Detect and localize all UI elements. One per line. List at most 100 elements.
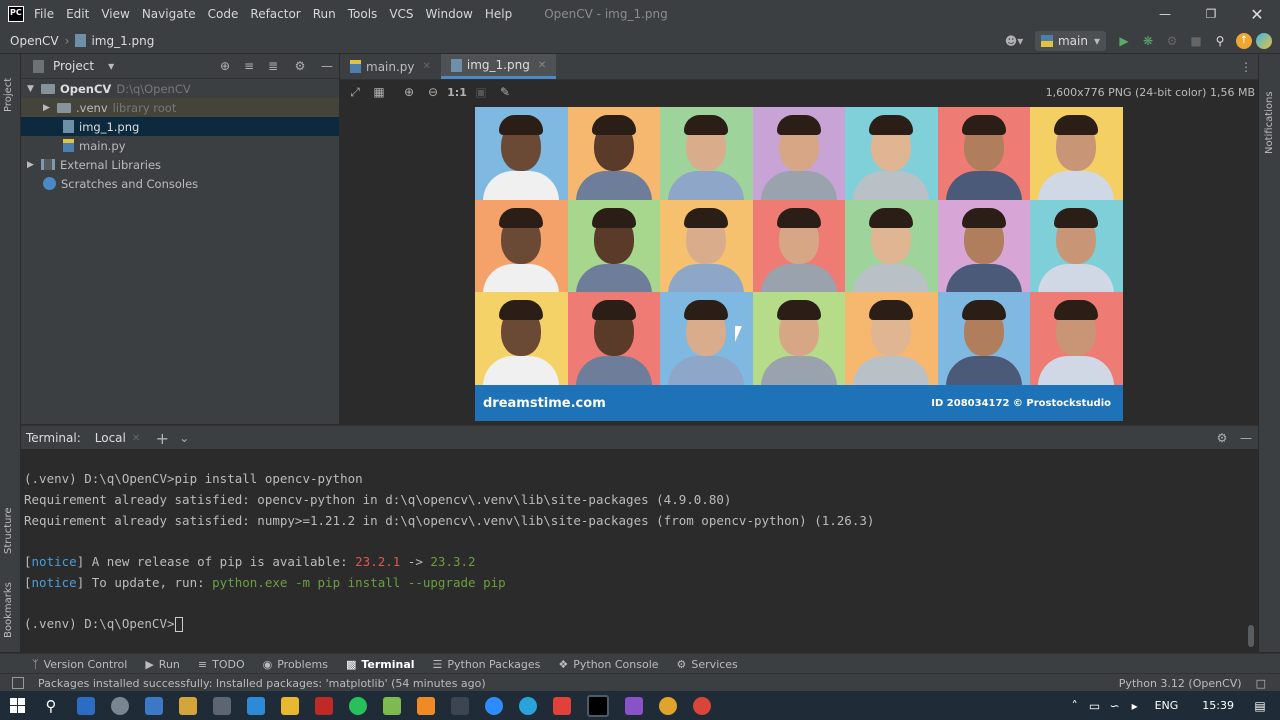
notepad-icon[interactable] (383, 696, 401, 715)
menu-code[interactable]: Code (208, 7, 239, 21)
zoom-out-icon[interactable]: ⊖ (421, 85, 445, 99)
terminal-prompt[interactable]: (.venv) D:\q\OpenCV> (24, 616, 183, 632)
vscode-icon[interactable] (247, 696, 265, 715)
language-indicator[interactable]: ENG (1155, 699, 1179, 712)
whatsapp-icon[interactable] (349, 696, 367, 715)
structure-tool-tab[interactable]: Structure (3, 494, 14, 554)
close-icon[interactable]: ✕ (1234, 5, 1280, 24)
menu-navigate[interactable]: Navigate (142, 7, 196, 21)
chrome-icon[interactable] (693, 696, 711, 715)
app-icon[interactable] (553, 696, 571, 715)
tool-version-control[interactable]: ᛉ Version Control (32, 658, 127, 671)
filezilla-icon[interactable] (315, 696, 333, 715)
stop-icon[interactable]: ■ (1184, 34, 1208, 48)
tab-main-py[interactable]: main.py ✕ (340, 54, 441, 79)
menu-vcs[interactable]: VCS (389, 7, 413, 21)
visual-studio-icon[interactable] (625, 696, 643, 715)
app-icon[interactable] (213, 696, 231, 715)
notification-center-icon[interactable]: ▤ (1248, 699, 1272, 713)
app-icon[interactable] (451, 696, 469, 715)
search-icon[interactable]: ⚲ (1208, 34, 1232, 48)
search-icon[interactable]: ⚲ (33, 697, 69, 715)
app-icon[interactable] (179, 696, 197, 715)
fit-window-icon[interactable]: ⤢ (343, 85, 367, 100)
close-icon[interactable]: ✕ (538, 60, 546, 71)
gear-icon[interactable]: ⚙ (285, 59, 315, 73)
close-icon[interactable]: ✕ (132, 433, 140, 444)
terminal-scrollbar[interactable] (1248, 625, 1254, 647)
chevron-up-icon[interactable]: ˄ (1065, 699, 1085, 713)
chevron-down-icon[interactable]: ▼ (27, 84, 41, 94)
project-panel-title[interactable]: Project (53, 59, 94, 73)
background-icon[interactable]: ▣ (469, 85, 493, 99)
file-explorer-icon[interactable] (281, 696, 299, 715)
tool-todo[interactable]: ≡ TODO (198, 658, 245, 671)
menu-edit[interactable]: Edit (66, 7, 89, 21)
bookmarks-tool-tab[interactable]: Bookmarks (3, 574, 14, 638)
usb-icon[interactable]: ▭ (1085, 699, 1105, 713)
tool-services[interactable]: ⚙ Services (677, 658, 738, 671)
hide-icon[interactable]: — (315, 59, 339, 73)
chevron-right-icon[interactable]: ▶ (43, 103, 57, 113)
more-icon[interactable]: ⋮ (1234, 60, 1258, 74)
expand-all-icon[interactable]: ≡ (237, 59, 261, 73)
clock[interactable]: 15:39 (1202, 699, 1234, 712)
locate-icon[interactable]: ⊕ (213, 59, 237, 73)
close-icon[interactable]: ✕ (423, 61, 431, 72)
app-icon[interactable] (145, 696, 163, 715)
restore-icon[interactable]: ❐ (1188, 7, 1234, 21)
sublime-icon[interactable] (417, 696, 435, 715)
tab-img-1-png[interactable]: img_1.png ✕ (440, 54, 557, 79)
windows-start-icon[interactable] (10, 698, 25, 713)
collapse-all-icon[interactable]: ≣ (261, 59, 285, 73)
coverage-icon[interactable]: ⚙ (1160, 34, 1184, 48)
user-icon[interactable]: ☻▾ (1001, 34, 1027, 48)
jetbrains-ai-icon[interactable] (1256, 32, 1272, 49)
update-icon[interactable]: ↑ (1236, 32, 1252, 49)
hide-icon[interactable]: — (1234, 431, 1258, 445)
debug-icon[interactable]: ❋ (1136, 34, 1160, 48)
color-picker-icon[interactable]: ✎ (493, 85, 517, 99)
menu-tools[interactable]: Tools (348, 7, 378, 21)
tool-problems[interactable]: ◉ Problems (263, 658, 328, 671)
breadcrumb-project[interactable]: OpenCV (10, 34, 59, 48)
pycharm-taskbar-icon[interactable] (587, 694, 609, 717)
tree-item-opencv[interactable]: ▼ OpenCV D:\q\OpenCV (21, 79, 339, 98)
chevron-down-icon[interactable]: ⌄ (174, 431, 194, 445)
pycharm-logo-icon[interactable]: PC (8, 6, 24, 22)
run-config-select[interactable]: main ▾ (1034, 30, 1106, 51)
terminal-output[interactable]: (.venv) D:\q\OpenCV>pip install opencv-p… (21, 449, 1258, 652)
clock-app-icon[interactable] (111, 696, 129, 715)
wifi-icon[interactable]: ∽ (1105, 699, 1125, 713)
zoom-in-icon[interactable]: ⊕ (397, 85, 421, 99)
run-icon[interactable]: ▶ (1112, 34, 1136, 48)
breadcrumb-file[interactable]: img_1.png (91, 34, 154, 48)
python-interpreter[interactable]: Python 3.12 (OpenCV) (1119, 677, 1242, 690)
add-tab-icon[interactable]: + (150, 429, 174, 448)
telegram-icon[interactable] (519, 696, 537, 715)
menu-window[interactable]: Window (426, 7, 473, 21)
layout-icon[interactable] (12, 677, 24, 689)
project-tool-tab[interactable]: Project (3, 62, 14, 112)
menu-refactor[interactable]: Refactor (250, 7, 300, 21)
chevron-right-icon[interactable]: ▶ (27, 160, 41, 170)
tree-item-venv[interactable]: ▶ .venv library root (21, 98, 339, 117)
tree-item-main[interactable]: main.py (21, 136, 339, 155)
lock-icon[interactable]: □ (1256, 677, 1266, 690)
tool-python-console[interactable]: ❖ Python Console (558, 658, 658, 671)
menu-run[interactable]: Run (313, 7, 336, 21)
terminal-tab-local[interactable]: Local (95, 431, 126, 445)
menu-view[interactable]: View (101, 7, 129, 21)
tree-item-scratches[interactable]: Scratches and Consoles (21, 174, 339, 193)
status-message[interactable]: Packages installed successfully: Install… (38, 677, 486, 690)
menu-help[interactable]: Help (485, 7, 512, 21)
defender-icon[interactable] (77, 696, 95, 715)
tool-terminal[interactable]: ▩ Terminal (346, 658, 415, 671)
tree-item-external-libraries[interactable]: ▶ External Libraries (21, 155, 339, 174)
chevron-down-icon[interactable]: ▾ (108, 59, 114, 73)
tool-run[interactable]: ▶ Run (145, 658, 180, 671)
actual-size-button[interactable]: 1:1 (445, 86, 469, 99)
chrome-icon[interactable] (659, 696, 677, 715)
volume-icon[interactable]: ▸ (1125, 699, 1145, 713)
menu-file[interactable]: File (34, 7, 54, 21)
